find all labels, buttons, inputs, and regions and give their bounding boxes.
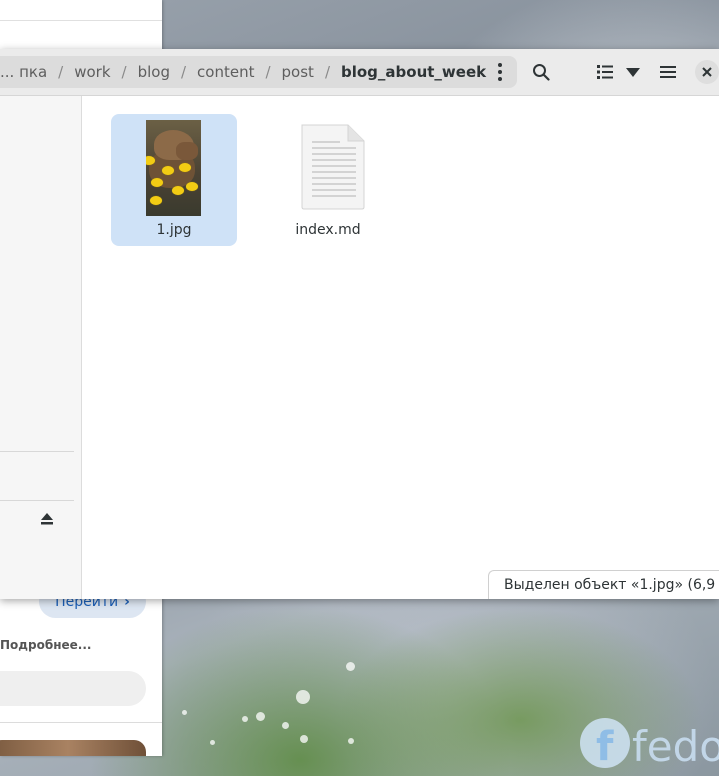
wallpaper-bubble [282, 722, 289, 729]
breadcrumb-parent[interactable]: ... пка [0, 63, 58, 81]
places-sidebar [0, 96, 82, 599]
image-thumbnail [146, 120, 201, 216]
wallpaper-bubble [346, 662, 355, 671]
breadcrumb-current-folder[interactable]: blog_about_week [330, 63, 497, 81]
path-bar: ... пка / work / blog / content / post /… [0, 56, 517, 88]
wallpaper-bubble [348, 738, 354, 744]
sidebar-divider [0, 500, 74, 501]
wallpaper-bubble [256, 712, 265, 721]
background-text-field[interactable] [0, 671, 146, 706]
wallpaper-bubble [210, 740, 215, 745]
more-info-link[interactable]: Подробнее... [0, 638, 91, 652]
status-bar: Выделен объект «1.jpg» (6,9 кБ) [488, 570, 719, 599]
vertical-dots-icon[interactable] [489, 63, 511, 81]
divider [0, 722, 162, 723]
file-item-document[interactable]: index.md [265, 114, 391, 246]
view-toggle-button[interactable] [592, 56, 618, 88]
breadcrumb-work[interactable]: work [63, 63, 121, 81]
file-name: index.md [295, 222, 361, 238]
fedora-logo-glyph: f [596, 724, 614, 770]
wallpaper-bubble [300, 735, 308, 743]
chevron-down-icon [626, 67, 640, 77]
file-name: 1.jpg [156, 222, 192, 238]
close-button[interactable] [695, 60, 719, 84]
search-icon [533, 64, 550, 81]
search-button[interactable] [526, 56, 556, 88]
list-view-icon [597, 65, 613, 79]
header-bar: ... пка / work / blog / content / post /… [0, 49, 719, 96]
file-item-image[interactable]: 1.jpg [111, 114, 237, 246]
text-document-icon [301, 124, 365, 210]
file-view: 1.jpg index.md [82, 96, 719, 599]
fedora-wordmark: fedo [632, 722, 719, 771]
breadcrumb-post[interactable]: post [271, 63, 325, 81]
wallpaper-bubble [296, 690, 310, 704]
main-menu-button[interactable] [654, 56, 682, 88]
sidebar-divider [0, 451, 74, 452]
eject-icon[interactable] [40, 512, 56, 528]
file-manager-window: ... пка / work / blog / content / post /… [0, 49, 719, 599]
wallpaper-bubble [242, 716, 248, 722]
wallpaper-bubble [182, 710, 187, 715]
breadcrumb-blog[interactable]: blog [127, 63, 181, 81]
view-options-dropdown[interactable] [621, 56, 645, 88]
background-photo [0, 740, 146, 756]
background-window-top [0, 0, 162, 21]
close-icon [702, 67, 712, 77]
hamburger-menu-icon [660, 66, 676, 78]
breadcrumb-content[interactable]: content [186, 63, 265, 81]
